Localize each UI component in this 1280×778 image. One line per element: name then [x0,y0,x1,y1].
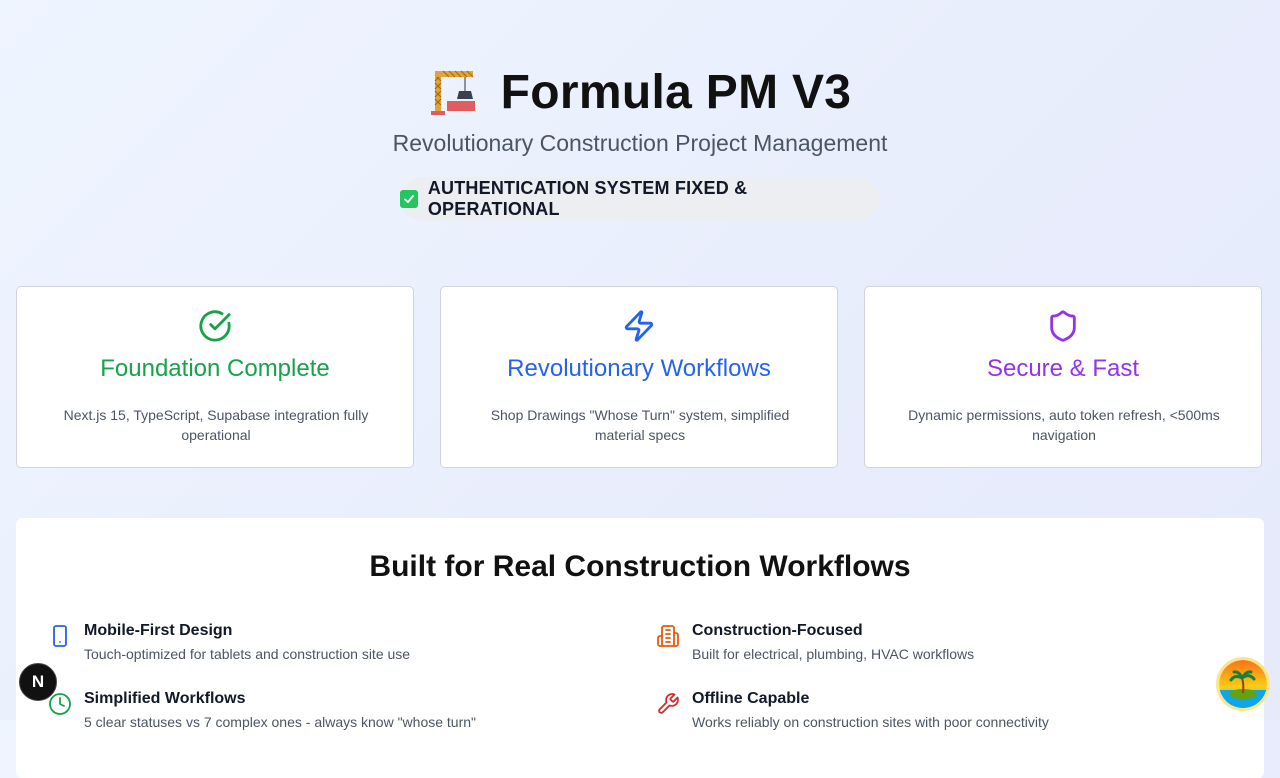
building-icon [657,625,679,647]
feature-description: Works reliably on construction sites wit… [692,714,1049,730]
feature-title: Simplified Workflows [84,690,246,707]
lightning-bolt-icon [624,310,654,342]
smartphone-icon [53,625,67,647]
card-workflows: Revolutionary Workflows Shop Drawings "W… [440,286,838,468]
card-description: Next.js 15, TypeScript, Supabase integra… [63,407,369,443]
page-subtitle: Revolutionary Construction Project Manag… [392,130,888,156]
status-text: AUTHENTICATION SYSTEM FIXED & OPERATIONA… [427,178,748,219]
feature-title: Construction-Focused [692,622,863,639]
card-foundation: Foundation Complete Next.js 15, TypeScri… [16,286,414,468]
features-panel-title: Built for Real Construction Workflows [369,550,911,583]
feature-title: Mobile-First Design [84,622,233,639]
feature-title: Offline Capable [692,690,810,707]
status-badge: AUTHENTICATION SYSTEM FIXED & OPERATIONA… [400,177,880,221]
card-description: Dynamic permissions, auto token refresh,… [908,407,1220,443]
check-circle-icon [199,310,231,342]
page-header: Formula PM V3 [0,60,1280,124]
feature-description: Built for electrical, plumbing, HVAC wor… [692,646,975,662]
clock-icon [49,693,71,715]
features-panel: Built for Real Construction Workflows Mo… [16,518,1264,778]
card-title: Foundation Complete [100,355,330,382]
feature-description: Touch-optimized for tablets and construc… [84,646,411,662]
palm-island-avatar-icon[interactable] [1219,660,1267,708]
card-title: Revolutionary Workflows [507,355,771,382]
check-mark-icon [400,190,418,208]
feature-description: 5 clear statuses vs 7 complex ones - alw… [84,714,476,730]
wrench-icon [658,693,679,714]
card-description: Shop Drawings "Whose Turn" system, simpl… [490,407,790,443]
construction-crane-icon [430,70,475,115]
page-title: Formula PM V3 [500,65,852,119]
card-security: Secure & Fast Dynamic permissions, auto … [864,286,1262,468]
nextjs-dev-badge[interactable]: N [19,663,57,701]
card-title: Secure & Fast [986,355,1140,382]
shield-icon [1050,310,1076,342]
